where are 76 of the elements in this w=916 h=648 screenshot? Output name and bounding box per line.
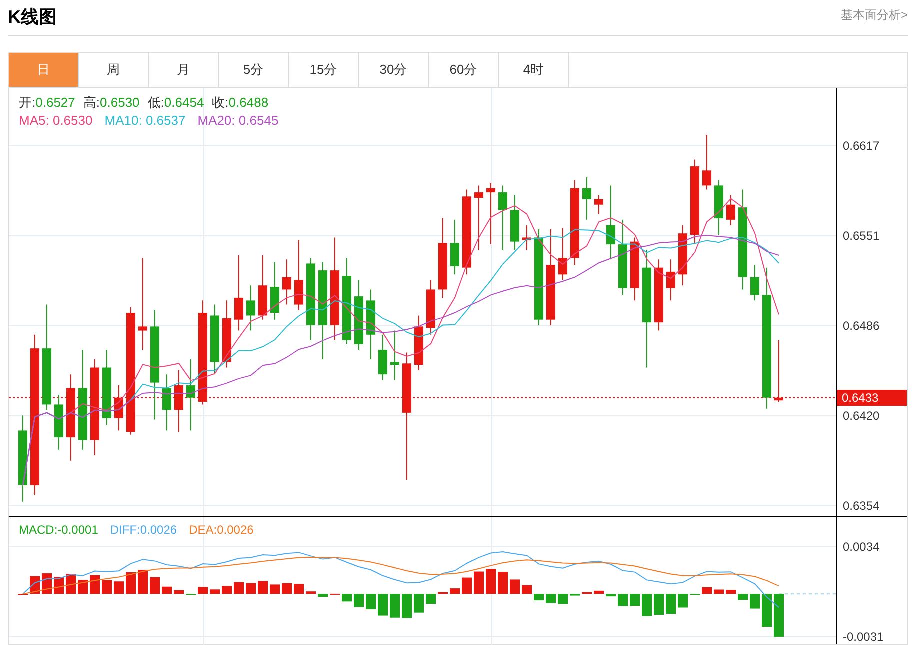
macd-bar — [630, 594, 640, 606]
macd-bar — [558, 594, 568, 604]
macd-bar — [138, 570, 148, 594]
macd-bar — [438, 592, 448, 594]
macd-bar — [522, 585, 532, 594]
macd-bar — [270, 584, 280, 594]
macd-bar — [510, 580, 520, 594]
quote-reading: 高:0.6530 — [83, 94, 140, 112]
macd-bar — [486, 569, 496, 594]
quote-reading: 低:0.6454 — [148, 94, 204, 112]
macd-bar — [714, 590, 724, 594]
macd-bar — [354, 594, 364, 608]
price-axis-label: 0.6486 — [843, 319, 880, 333]
macd-bar — [342, 594, 352, 602]
macd-bar — [762, 594, 772, 628]
macd-reading: MACD:-0.0001 — [19, 522, 98, 539]
macd-reading: DEA:0.0026 — [189, 522, 254, 539]
macd-bar — [594, 590, 604, 594]
macd-bar — [258, 581, 268, 594]
macd-bar — [450, 588, 460, 594]
macd-bar — [282, 583, 292, 594]
price-axis-label: 0.6354 — [843, 499, 880, 513]
quote-reading: 开:0.6527 — [19, 94, 76, 112]
macd-bar — [606, 594, 616, 597]
macd-bar — [618, 594, 628, 606]
moving-average-reading: MA10: 0.6537 — [104, 112, 186, 130]
macd-bar — [534, 594, 544, 601]
macd-bar — [234, 582, 244, 594]
macd-bar — [222, 586, 232, 594]
price-axis-label: 0.6420 — [843, 409, 880, 423]
macd-bar — [294, 584, 304, 594]
macd-bar — [654, 594, 664, 615]
moving-average-reading: MA5: 0.6530 — [19, 112, 93, 130]
macd-axis-label: -0.0031 — [843, 630, 884, 644]
macd-bar — [678, 594, 688, 608]
macd-bar — [210, 590, 220, 594]
macd-bar — [426, 594, 436, 604]
macd-bar — [126, 572, 136, 594]
macd-bar — [174, 590, 184, 594]
macd-bar — [306, 592, 316, 594]
macd-bar — [666, 594, 676, 614]
macd-bar — [198, 587, 208, 594]
macd-bar — [474, 572, 484, 594]
macd-bar — [582, 592, 592, 594]
macd-bar — [642, 594, 652, 616]
macd-bar — [750, 594, 760, 609]
macd-bar — [546, 594, 556, 604]
macd-bar — [726, 590, 736, 594]
macd-bar — [378, 594, 388, 616]
macd-reading: DIFF:0.0026 — [110, 522, 178, 539]
macd-bar — [102, 580, 112, 594]
macd-bar — [498, 572, 508, 594]
macd-bar — [318, 594, 328, 598]
price-axis-label: 0.6551 — [843, 229, 880, 243]
price-axis-label: 0.6617 — [843, 139, 880, 153]
macd-bar — [150, 577, 160, 594]
macd-bar — [774, 594, 784, 637]
current-price-tag: 0.6433 — [837, 390, 907, 406]
macd-bar — [114, 582, 124, 594]
macd-bar — [462, 578, 472, 594]
fundamental-analysis-link[interactable]: 基本面分析> — [840, 6, 908, 24]
macd-bar — [66, 574, 76, 594]
macd-bar — [162, 586, 172, 594]
macd-bar — [702, 587, 712, 594]
page-title: K线图 — [8, 6, 57, 29]
macd-bar — [78, 580, 88, 594]
macd-axis-label: 0.0034 — [843, 540, 880, 554]
macd-bar — [366, 594, 376, 610]
macd-bar — [402, 594, 412, 618]
macd-bar — [738, 594, 748, 600]
quote-reading: 收:0.6488 — [212, 94, 269, 112]
macd-bar — [246, 583, 256, 594]
macd-bar — [90, 575, 100, 594]
moving-average-reading: MA20: 0.6545 — [198, 112, 279, 130]
macd-bar — [414, 594, 424, 613]
macd-bar — [390, 594, 400, 618]
